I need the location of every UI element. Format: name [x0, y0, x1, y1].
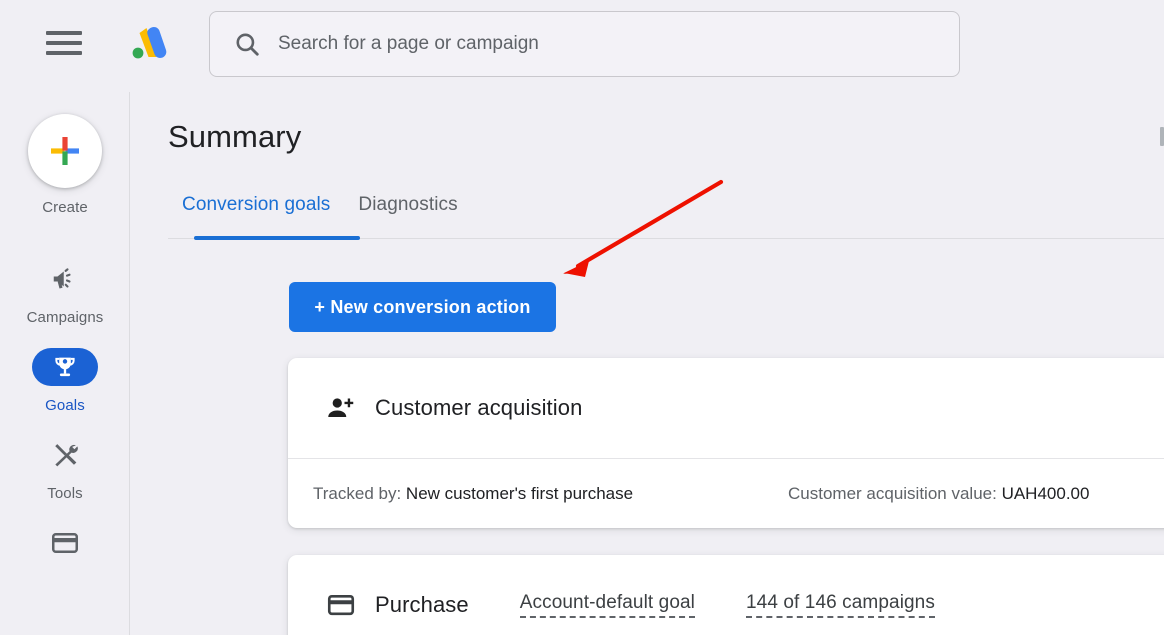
- sidebar-item-tools[interactable]: Tools: [0, 436, 130, 502]
- left-sidebar: Create Campaigns Goals Tools: [0, 92, 130, 635]
- sidebar-item-label: Goals: [45, 397, 85, 414]
- hamburger-bar: [46, 41, 82, 45]
- active-tab-indicator: [194, 236, 360, 240]
- card-footer: Tracked by: New customer's first purchas…: [288, 459, 1164, 528]
- top-bar: [0, 0, 1164, 92]
- search-bar[interactable]: [209, 11, 960, 77]
- acquisition-value-amount: UAH400.00: [1001, 483, 1090, 503]
- credit-card-icon: [327, 594, 355, 616]
- tracked-by-label: Tracked by:: [313, 483, 402, 503]
- megaphone-icon: [53, 268, 71, 289]
- hamburger-bar: [46, 31, 82, 35]
- conversion-goal-card-purchase[interactable]: Purchase Account-default goal 144 of 146…: [288, 555, 1164, 635]
- tracked-by-value: New customer's first purchase: [405, 483, 634, 503]
- card-title: Customer acquisition: [375, 395, 583, 420]
- tab-conversion-goals[interactable]: Conversion goals: [168, 194, 344, 230]
- google-ads-logo[interactable]: [122, 22, 170, 66]
- card-header: Customer acquisition: [288, 358, 1164, 458]
- conversion-goal-card-customer-acquisition[interactable]: Customer acquisition Tracked by: New cus…: [288, 358, 1164, 528]
- create-button-circle[interactable]: [28, 114, 102, 188]
- billing-icon-box: [36, 524, 94, 562]
- trophy-icon: [55, 357, 75, 377]
- goals-active-pill: [32, 348, 98, 386]
- tools-icon: [54, 443, 78, 466]
- megaphone-icon-box: [36, 260, 94, 298]
- acquisition-value-group: Customer acquisition value: UAH400.00: [788, 484, 1089, 504]
- plus-icon: [51, 137, 79, 165]
- sidebar-item-campaigns[interactable]: Campaigns: [0, 260, 130, 326]
- new-conversion-action-button[interactable]: + New conversion action: [289, 282, 556, 332]
- sidebar-item-billing[interactable]: [0, 524, 130, 562]
- tab-bar: Conversion goals Diagnostics: [168, 194, 472, 242]
- person-add-icon: [328, 398, 354, 417]
- hamburger-bar: [46, 51, 82, 55]
- tools-icon-box: [36, 436, 94, 474]
- campaigns-count-link[interactable]: 144 of 146 campaigns: [745, 592, 935, 618]
- sidebar-item-label: Campaigns: [26, 309, 104, 326]
- acquisition-value-label: Customer acquisition value:: [788, 483, 997, 503]
- card-header: Purchase Account-default goal 144 of 146…: [288, 555, 1164, 635]
- hamburger-menu-icon[interactable]: [46, 27, 84, 59]
- account-default-goal-link[interactable]: Account-default goal: [519, 592, 695, 618]
- tab-diagnostics[interactable]: Diagnostics: [344, 194, 471, 230]
- search-icon: [236, 33, 259, 56]
- sidebar-item-create[interactable]: Create: [0, 114, 130, 216]
- sidebar-item-label: Tools: [47, 485, 83, 502]
- billing-card-icon: [51, 533, 78, 553]
- main-content: Summary Conversion goals Diagnostics + N…: [131, 92, 1164, 635]
- right-edge-element: [1160, 127, 1164, 146]
- page-title: Summary: [168, 119, 302, 154]
- tracked-by-group: Tracked by: New customer's first purchas…: [313, 484, 788, 504]
- card-title: Purchase: [375, 592, 469, 617]
- sidebar-item-label: Create: [42, 199, 88, 216]
- sidebar-item-goals[interactable]: Goals: [0, 348, 130, 414]
- search-input[interactable]: [278, 29, 918, 59]
